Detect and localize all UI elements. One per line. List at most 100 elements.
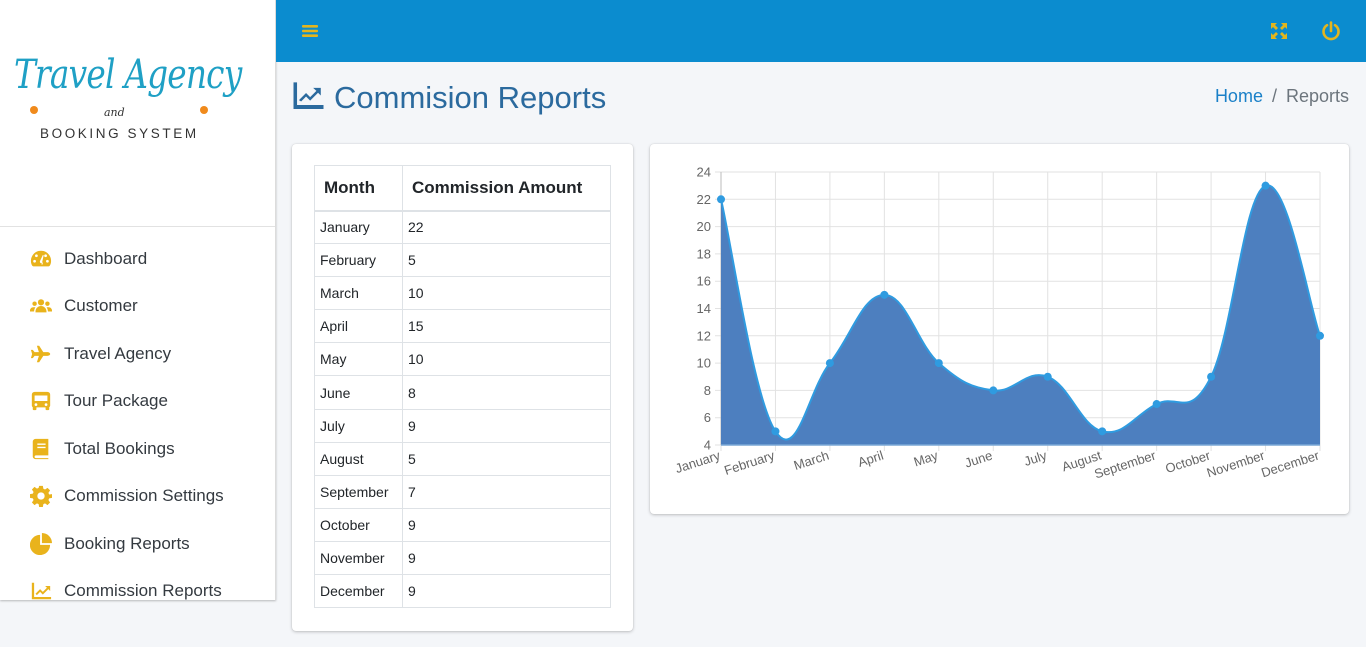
y-tick-label: 16 <box>697 274 711 289</box>
cell-month: June <box>314 375 403 410</box>
logo-subtitle: BOOKING SYSTEM <box>40 126 199 141</box>
table-row: July 9 <box>314 408 611 443</box>
y-tick-label: 14 <box>697 301 711 316</box>
table-row: February 5 <box>314 243 611 278</box>
data-point <box>771 427 780 436</box>
x-tick-label: June <box>963 448 994 471</box>
cell-month: September <box>314 474 403 509</box>
sidebar-item-label: Tour Package <box>64 391 168 411</box>
table-header-row: Month Commission Amount <box>314 165 611 212</box>
data-point <box>1261 181 1270 190</box>
sidebar: Travel Agency and BOOKING SYSTEM Dashboa… <box>0 0 276 600</box>
data-point <box>1152 400 1161 409</box>
sidebar-item-booking-reports[interactable]: Booking Reports <box>0 520 275 568</box>
cell-commission-amount: 10 <box>402 276 611 311</box>
breadcrumb-separator: / <box>1271 86 1277 106</box>
sidebar-item-label: Commission Reports <box>64 581 222 600</box>
sidebar-nav: Dashboard Customer Travel Agency Tour Pa… <box>0 235 275 600</box>
commission-table: Month Commission Amount January 22 Februar… <box>314 165 611 609</box>
x-tick-label: September <box>1092 447 1158 481</box>
table-row: January 22 <box>314 209 611 245</box>
cell-month: August <box>314 441 403 476</box>
commission-table-card: Month Commission Amount January 22 Februar… <box>292 144 633 631</box>
users-icon <box>29 295 53 317</box>
sidebar-item-total-bookings[interactable]: Total Bookings <box>0 425 275 473</box>
y-tick-label: 12 <box>697 328 711 343</box>
y-tick-label: 6 <box>704 410 711 425</box>
expand-arrows-icon <box>1268 23 1290 46</box>
y-tick-label: 10 <box>697 356 711 371</box>
sidebar-item-label: Booking Reports <box>64 533 190 553</box>
table-row: October 9 <box>314 507 611 542</box>
cell-commission-amount: 15 <box>402 309 611 344</box>
data-point <box>934 359 943 368</box>
y-tick-label: 18 <box>697 246 711 261</box>
logo-title: Travel Agency <box>14 52 242 98</box>
sidebar-item-tour-package[interactable]: Tour Package <box>0 378 275 426</box>
cell-month: February <box>314 243 403 278</box>
sidebar-toggle-button[interactable] <box>299 20 321 42</box>
sidebar-item-label: Dashboard <box>64 248 148 268</box>
logo-dot <box>30 106 38 114</box>
data-point <box>1316 331 1324 340</box>
top-navbar <box>276 0 1366 62</box>
book-icon <box>29 438 53 460</box>
power-icon <box>1320 21 1342 46</box>
sidebar-item-customer[interactable]: Customer <box>0 283 275 331</box>
x-tick-label: December <box>1259 447 1321 480</box>
table-row: August 5 <box>314 441 611 476</box>
cell-commission-amount: 9 <box>402 574 611 609</box>
bus-icon <box>29 390 53 412</box>
x-tick-label: November <box>1205 447 1267 480</box>
y-tick-label: 22 <box>697 192 711 207</box>
x-tick-label: February <box>722 447 777 477</box>
y-tick-label: 20 <box>697 219 711 234</box>
fullscreen-button[interactable] <box>1268 20 1290 42</box>
table-row: April 15 <box>314 309 611 344</box>
logout-button[interactable] <box>1320 20 1342 42</box>
table-row: December 9 <box>314 574 611 609</box>
cell-commission-amount: 7 <box>402 474 611 509</box>
table-row: June 8 <box>314 375 611 410</box>
logo-dot <box>200 106 208 114</box>
cell-commission-amount: 9 <box>402 408 611 443</box>
sidebar-item-commission-settings[interactable]: Commission Settings <box>0 473 275 521</box>
cell-month: May <box>314 342 403 377</box>
sidebar-item-dashboard[interactable]: Dashboard <box>0 235 275 283</box>
logo[interactable]: Travel Agency and BOOKING SYSTEM <box>0 0 275 227</box>
cell-commission-amount: 5 <box>402 441 611 476</box>
x-tick-label: March <box>792 448 831 473</box>
sidebar-item-travel-agency[interactable]: Travel Agency <box>0 330 275 378</box>
table-row: September 7 <box>314 474 611 509</box>
table-row: November 9 <box>314 540 611 576</box>
sidebar-item-commission-reports[interactable]: Commission Reports <box>0 568 275 600</box>
data-point <box>1043 372 1052 381</box>
commission-chart-card: 4 6 8 10 12 14 16 18 20 22 24 January February March A… <box>650 144 1349 514</box>
breadcrumb-home-link[interactable]: Home <box>1215 86 1263 107</box>
area-fill <box>721 185 1320 446</box>
page-title-text: Commision Reports <box>334 80 607 115</box>
data-point <box>717 195 725 204</box>
plane-icon <box>29 343 53 365</box>
pie-chart-icon <box>29 532 53 555</box>
data-point <box>989 386 998 395</box>
table-row: March 10 <box>314 276 611 311</box>
commission-area-chart: 4681012141618202224January February March A… <box>673 165 1324 482</box>
cell-month: July <box>314 408 403 443</box>
cell-commission-amount: 8 <box>402 375 611 410</box>
table-row: May 10 <box>314 342 611 377</box>
cell-month: December <box>314 574 403 609</box>
logo-and: and <box>104 106 125 119</box>
column-header-commission-amount: Commission Amount <box>402 165 611 212</box>
tachometer-icon <box>29 248 53 270</box>
cell-month: January <box>314 209 403 245</box>
line-chart-icon <box>29 580 53 600</box>
data-point <box>1207 372 1216 381</box>
x-tick-label: July <box>1022 447 1049 469</box>
cell-month: November <box>314 540 403 576</box>
x-tick-label: May <box>912 447 940 469</box>
data-point <box>880 290 889 299</box>
line-chart-icon <box>292 81 334 115</box>
cell-commission-amount: 10 <box>402 342 611 377</box>
table-body: January 22 February 5 March 10 April 15 May 10 Jun… <box>314 209 611 609</box>
